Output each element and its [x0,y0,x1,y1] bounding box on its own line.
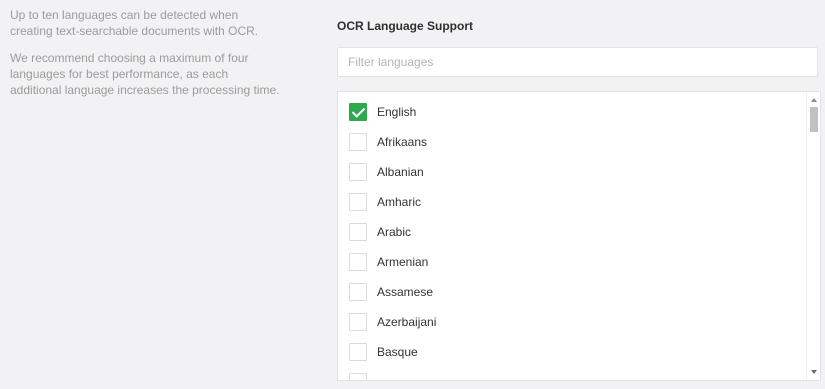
language-checkbox[interactable] [349,193,367,211]
language-label: Afrikaans [377,135,428,149]
language-list-scrollbar[interactable] [806,92,820,380]
language-checkbox[interactable] [349,283,367,301]
scroll-up-arrow-icon[interactable] [811,98,817,102]
language-checkbox[interactable] [349,343,367,361]
language-checkbox[interactable] [349,163,367,181]
scroll-thumb[interactable] [810,107,818,132]
language-label: Armenian [377,255,429,269]
ocr-language-support-title: OCR Language Support [337,19,473,33]
language-label: Arabic [377,225,412,239]
language-label: Amharic [377,195,422,209]
language-item-english[interactable]: English [349,102,416,122]
ocr-info-paragraph-1: Up to ten languages can be detected when… [10,8,259,38]
filter-languages-input[interactable] [337,47,818,77]
language-label: Azerbaijani [377,315,437,329]
language-label: Basque [377,345,418,359]
language-item-assamese[interactable]: Assamese [349,282,433,302]
ocr-settings-page: Up to ten languages can be detected when… [0,0,825,389]
language-item-afrikaans[interactable]: Afrikaans [349,132,427,152]
language-checkbox[interactable] [349,373,367,380]
checkmark-icon[interactable] [349,103,367,121]
language-label: Assamese [377,285,434,299]
language-checkbox[interactable] [349,133,367,151]
ocr-info-paragraph-2: We recommend choosing a maximum of four … [10,51,280,97]
language-item-albanian[interactable]: Albanian [349,162,424,182]
language-item-armenian[interactable]: Armenian [349,252,428,272]
language-item-arabic[interactable]: Arabic [349,222,411,242]
language-checkbox[interactable] [349,313,367,331]
language-checkbox[interactable] [349,253,367,271]
language-item-amharic[interactable]: Amharic [349,192,421,212]
language-item-partial[interactable] [349,372,377,380]
scroll-down-arrow-icon[interactable] [811,370,817,374]
language-label: Albanian [377,165,424,179]
language-list[interactable]: English Afrikaans Albanian Amharic Arabi… [337,91,821,381]
language-checkbox[interactable] [349,223,367,241]
language-item-azerbaijani[interactable]: Azerbaijani [349,312,436,332]
language-label: English [377,105,417,119]
ocr-info-panel: Up to ten languages can be detected when… [10,7,282,109]
language-item-basque[interactable]: Basque [349,342,418,362]
